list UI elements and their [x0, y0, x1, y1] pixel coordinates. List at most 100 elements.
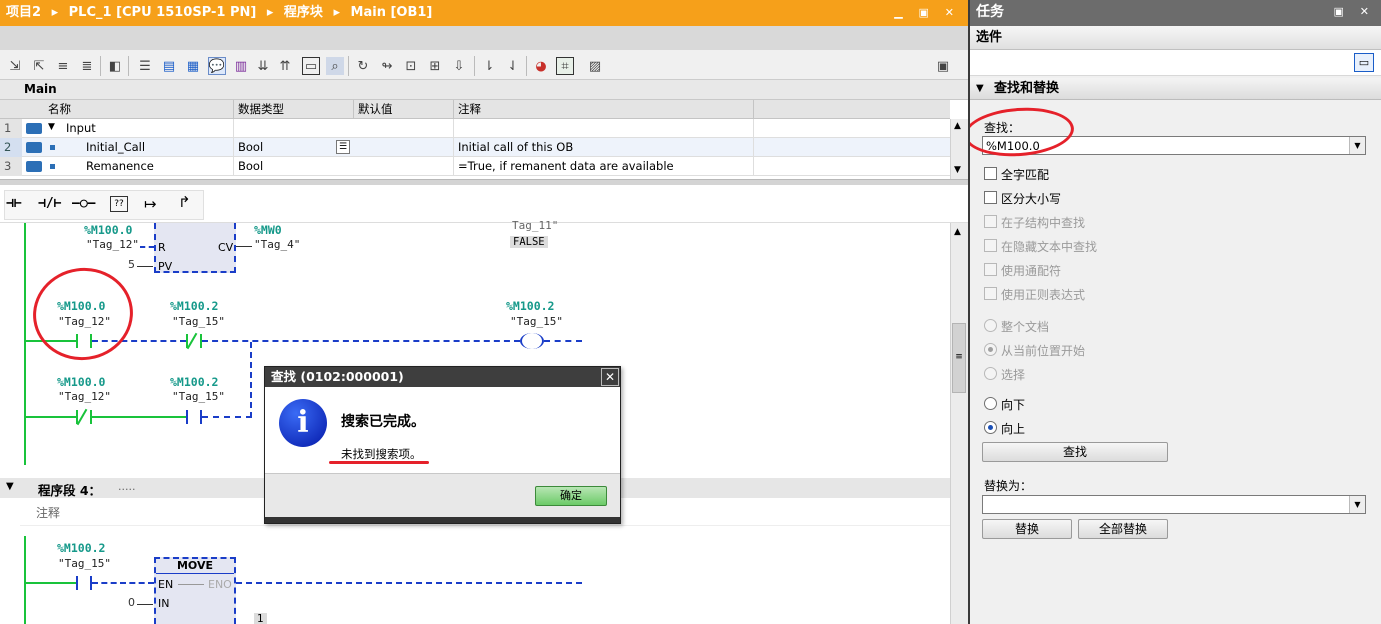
dropdown-arrow-icon[interactable]: ▼	[1349, 137, 1365, 154]
ok-button[interactable]: 确定	[535, 486, 607, 506]
contact-address[interactable]: %M100.2	[170, 375, 218, 389]
column-header-default[interactable]: 默认值	[354, 100, 454, 119]
table-scrollbar[interactable]: ▲ ▼	[950, 119, 968, 179]
no-contact[interactable]	[76, 576, 92, 590]
compile-icon[interactable]: ◧	[106, 57, 124, 75]
contact-tag[interactable]: "Tag_15"	[172, 390, 225, 403]
collapse-arrow-icon[interactable]: ▼	[976, 78, 984, 100]
row-comment[interactable]: Initial call of this OB	[454, 138, 754, 157]
breadcrumb-block[interactable]: Main [OB1]	[351, 5, 433, 20]
cv-tag[interactable]: "Tag_4"	[254, 238, 300, 251]
nc-contact[interactable]	[76, 408, 92, 426]
breadcrumb-project[interactable]: 项目2	[6, 5, 41, 20]
favorites-icon[interactable]: ▤	[160, 57, 178, 75]
breadcrumb-plc[interactable]: PLC_1 [CPU 1510SP-1 PN]	[69, 5, 257, 20]
no-contact[interactable]	[186, 410, 202, 424]
scroll-down-icon[interactable]: ▼	[954, 165, 961, 175]
row-comment[interactable]: =True, if remanent data are available	[454, 157, 754, 176]
cv-address[interactable]: %MW0	[254, 223, 282, 237]
delete-network-icon[interactable]: ⇱	[30, 57, 48, 75]
coil-tag[interactable]: "Tag_15"	[510, 315, 563, 328]
whole-word-checkbox[interactable]	[984, 167, 997, 180]
collapse-arrow-icon[interactable]: ▼	[6, 481, 14, 492]
partial-tag[interactable]: Tag_11"	[512, 219, 558, 232]
properties-icon[interactable]: ▨	[586, 57, 604, 75]
no-contact-icon[interactable]: ⊣⊢	[6, 196, 22, 211]
replace-all-button[interactable]: 全部替换	[1078, 519, 1168, 539]
row-name[interactable]: Initial_Call	[82, 138, 232, 157]
scroll-up-icon[interactable]: ▲	[954, 227, 961, 237]
download-icon[interactable]: ⇩	[450, 57, 468, 75]
nc-contact-icon[interactable]: ⊣/⊢	[38, 196, 61, 211]
coil-icon[interactable]: –○–	[72, 196, 95, 211]
contact-tag[interactable]: "Tag_15"	[172, 315, 225, 328]
reset-address[interactable]: %M100.0	[84, 223, 132, 237]
type-picker-icon[interactable]: ☰	[336, 140, 350, 154]
replace-button[interactable]: 替换	[982, 519, 1072, 539]
color-icon[interactable]: ◕	[532, 57, 550, 75]
close-branch-icon[interactable]: ↱	[178, 193, 191, 211]
network-view-icon[interactable]: ▭	[302, 57, 320, 75]
restore-icon[interactable]: ▣	[1334, 5, 1350, 18]
collapse-icon[interactable]: ⇈	[276, 57, 294, 75]
coil[interactable]	[520, 333, 544, 349]
coil-address[interactable]: %M100.2	[506, 299, 554, 313]
dropdown-arrow-icon[interactable]: ▼	[1349, 496, 1365, 513]
column-header-name[interactable]: 名称	[44, 100, 234, 119]
find-button[interactable]: 查找	[982, 442, 1168, 462]
row-name[interactable]: Remanence	[82, 157, 232, 176]
contact-tag[interactable]: "Tag_12"	[58, 390, 111, 403]
table-row[interactable]: 1 ▼ Input	[0, 119, 950, 138]
restore-icon[interactable]: ▣	[919, 6, 935, 19]
row-name[interactable]: Input	[62, 119, 232, 138]
breadcrumb-folder[interactable]: 程序块	[284, 5, 323, 20]
contact-address[interactable]: %M100.2	[170, 299, 218, 313]
row-type[interactable]: Bool	[234, 157, 334, 176]
comments-icon[interactable]: 💬	[208, 57, 226, 75]
tag-info-icon[interactable]: ▥	[232, 57, 250, 75]
close-icon[interactable]: ✕	[945, 6, 960, 19]
direction-up-radio[interactable]	[984, 421, 997, 434]
go-to-icon[interactable]: ↻	[354, 57, 372, 75]
insert-row-icon[interactable]: ≡	[54, 57, 72, 75]
expand-icon[interactable]: ⇊	[254, 57, 272, 75]
ladder-scrollbar[interactable]: ▲ ≡	[950, 223, 968, 624]
open-networks-icon[interactable]: ▦	[184, 57, 202, 75]
column-header-comment[interactable]: 注释	[454, 100, 754, 119]
zoom-icon[interactable]: ⌕	[326, 57, 344, 75]
in-value[interactable]: 0	[128, 596, 135, 609]
add-row-icon[interactable]: ≣	[78, 57, 96, 75]
dialog-close-button[interactable]: ✕	[601, 368, 619, 386]
snapshot-icon[interactable]: ⊞	[426, 57, 444, 75]
nc-contact[interactable]	[186, 332, 202, 350]
direction-down-radio[interactable]	[984, 397, 997, 410]
close-icon[interactable]: ✕	[1360, 5, 1375, 18]
layout-icon[interactable]: ▭	[1354, 53, 1374, 72]
insert-network-icon[interactable]: ⇲	[6, 57, 24, 75]
minimize-icon[interactable]: ▁	[894, 6, 908, 19]
contact-tag[interactable]: "Tag_15"	[58, 557, 111, 570]
match-case-checkbox[interactable]	[984, 191, 997, 204]
branch-icon[interactable]: ⇃	[504, 57, 522, 75]
open-branch-icon[interactable]: ↦	[144, 195, 157, 213]
section-header-find-replace[interactable]: ▼ 查找和替换	[970, 78, 1381, 100]
next-error-icon[interactable]: ↬	[378, 57, 396, 75]
monitoring-icon[interactable]: ⌗	[556, 57, 574, 75]
absolute-address-icon[interactable]: ☰	[136, 57, 154, 75]
align-icon[interactable]: ⇂	[480, 57, 498, 75]
replace-input[interactable]: ▼	[982, 495, 1366, 514]
window-layout-icon[interactable]: ▣	[934, 57, 952, 75]
scroll-thumb[interactable]: ≡	[952, 323, 966, 393]
row-type[interactable]: Bool	[234, 138, 334, 157]
monitor-icon[interactable]: ⊡	[402, 57, 420, 75]
reset-tag[interactable]: "Tag_12"	[86, 238, 139, 251]
contact-address[interactable]: %M100.2	[57, 541, 105, 555]
collapse-arrow-icon[interactable]: ▼	[48, 122, 55, 132]
table-row[interactable]: 2 Initial_Call Bool ☰ Initial call of th…	[0, 138, 950, 157]
pv-value[interactable]: 5	[128, 258, 135, 271]
table-row[interactable]: 3 Remanence Bool =True, if remanent data…	[0, 157, 950, 176]
contact-address[interactable]: %M100.0	[57, 375, 105, 389]
empty-box-icon[interactable]: ??	[110, 196, 128, 212]
scroll-up-icon[interactable]: ▲	[954, 121, 961, 131]
dialog-title-bar[interactable]: 查找 (0102:000001)	[265, 367, 620, 387]
